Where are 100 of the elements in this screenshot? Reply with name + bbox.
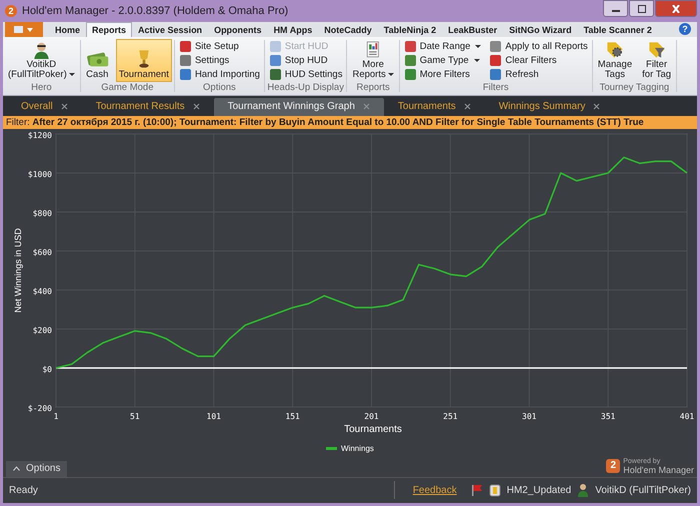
database-icon <box>488 484 501 497</box>
group-label: Game Mode <box>100 82 154 96</box>
ribbon-button[interactable]: Manage Tags <box>594 39 636 82</box>
options-button[interactable]: Options <box>6 460 68 477</box>
ribbon-tab[interactable]: Opponents <box>208 22 268 38</box>
player-name: VoitikD (FullTiltPoker) <box>595 484 691 496</box>
flag-icon <box>470 484 483 496</box>
ribbon-button[interactable]: More Reports <box>349 39 397 82</box>
toolbar-icon <box>178 40 192 53</box>
toolbar-icon <box>489 54 502 67</box>
close-icon <box>60 103 68 110</box>
x-tick-label: 201 <box>364 412 379 421</box>
x-tick-label: 101 <box>206 412 221 421</box>
minimize-button[interactable] <box>603 0 628 17</box>
tag-with-funnel-icon <box>648 41 666 60</box>
x-tick-label: 1 <box>54 412 58 421</box>
toolbar-icon <box>178 54 192 67</box>
application-menu-button[interactable] <box>5 22 43 38</box>
y-tick-label: $600 <box>32 248 52 257</box>
tag-with-gear-icon <box>606 41 624 60</box>
close-icon <box>671 4 681 12</box>
group-label: Heads-Up Display <box>266 82 344 96</box>
ribbon-tab[interactable]: NoteCaddy <box>318 22 378 38</box>
ribbon-button[interactable]: Game Type <box>402 53 484 68</box>
ribbon-tab[interactable]: Reports <box>86 22 132 38</box>
group-label: Options <box>202 82 237 96</box>
ribbon-button[interactable]: Refresh <box>487 67 590 82</box>
toolbar-icon <box>404 68 417 81</box>
group-label: Tourney Tagging <box>598 82 670 96</box>
y-tick-label: $200 <box>32 326 52 335</box>
ribbon-button[interactable]: Filter for Tag <box>639 39 674 82</box>
caret-icon <box>68 73 75 76</box>
x-tick-label: 251 <box>443 412 458 421</box>
y-axis-title: Net Winnings in USD <box>13 228 23 312</box>
close-icon <box>593 103 600 110</box>
document-tab[interactable]: Overall <box>7 98 82 116</box>
ribbon-tab[interactable]: Table Scanner 2 <box>578 22 658 38</box>
document-tab[interactable]: Tournament Results <box>82 98 214 116</box>
toolbar-icon <box>268 40 282 53</box>
toolbar-icon <box>489 68 502 81</box>
ribbon-tab[interactable]: Active Session <box>132 22 208 38</box>
menu-icon <box>13 24 35 35</box>
toolbar-icon <box>268 68 282 81</box>
report-icon <box>366 41 381 60</box>
ribbon-tab[interactable]: HM Apps <box>268 22 318 38</box>
close-button[interactable] <box>655 0 697 17</box>
person-icon <box>32 41 50 60</box>
caret-icon <box>388 73 394 76</box>
window-title: Hold'em Manager - 2.0.0.8397 (Holdem & Omaha Pro) <box>22 4 288 17</box>
app-icon: 2 <box>5 4 17 17</box>
ribbon-tab[interactable]: Home <box>49 22 86 38</box>
group-label: Reports <box>355 82 391 96</box>
ribbon-button[interactable]: Stop HUD <box>266 53 344 68</box>
toolbar-icon <box>404 40 417 53</box>
ribbon-button[interactable]: VoitikD (FullTiltPoker) <box>5 39 78 82</box>
close-icon <box>464 103 471 110</box>
ribbon-tab[interactable]: LeakBuster <box>442 22 504 38</box>
maximize-button[interactable] <box>629 0 654 17</box>
ribbon-tab[interactable]: SitNGo Wizard <box>503 22 578 38</box>
ribbon-button[interactable]: Cash <box>82 39 112 82</box>
x-tick-label: 401 <box>680 412 694 421</box>
group-label: Hero <box>30 82 53 96</box>
ribbon-button[interactable]: HUD Settings <box>266 67 344 82</box>
x-tick-label: 301 <box>522 412 536 421</box>
document-tab[interactable]: Winnings Summary <box>484 98 614 116</box>
ribbon-button[interactable]: Apply to all Reports <box>487 39 590 54</box>
caret-icon <box>475 44 482 48</box>
filter-text: Filter: After 27 октября 2015 г. (10:00); Tournament: Filter by Buyin Amount Equal to 10.00 AND Filter for Single Table Tournaments (STT) True <box>6 116 644 128</box>
x-tick-label: 51 <box>130 412 140 421</box>
ribbon-button[interactable]: More Filters <box>402 67 484 82</box>
caret-icon <box>13 466 20 472</box>
toolbar-icon <box>404 54 417 67</box>
legend-label: Winnings <box>341 444 374 453</box>
caret-icon <box>474 58 480 62</box>
document-tab[interactable]: Tournament Winnings Graph <box>214 98 384 116</box>
ribbon-button[interactable]: Hand Importing <box>176 67 262 82</box>
close-icon <box>192 103 200 110</box>
feedback-link[interactable]: Feedback <box>412 484 457 496</box>
ribbon-button[interactable]: Site Setup <box>176 39 262 54</box>
ribbon-tab[interactable]: TableNinja 2 <box>378 22 442 38</box>
toolbar-icon <box>268 54 282 67</box>
x-tick-label: 351 <box>600 412 616 421</box>
y-tick-label: $800 <box>32 208 52 218</box>
maximize-icon <box>636 4 646 12</box>
help-button[interactable]: ? <box>679 23 691 36</box>
document-tab[interactable]: Tournaments <box>384 98 485 116</box>
toolbar-icon <box>178 68 192 81</box>
ribbon-button[interactable]: Settings <box>176 53 262 68</box>
ribbon-button[interactable]: Date Range <box>402 39 484 54</box>
group-label: Filters <box>482 82 510 96</box>
close-icon <box>362 103 370 110</box>
legend-swatch <box>326 446 337 450</box>
status-text: Ready <box>9 484 38 496</box>
y-tick-label: $400 <box>32 286 52 296</box>
logo-name: Hold'em Manager <box>623 466 694 475</box>
person-icon <box>577 483 590 498</box>
database-name: HM2_Updated <box>506 484 572 496</box>
ribbon-button[interactable]: Clear Filters <box>487 53 590 68</box>
ribbon-button[interactable]: Tournament <box>116 39 172 82</box>
x-tick-label: 151 <box>285 412 300 421</box>
